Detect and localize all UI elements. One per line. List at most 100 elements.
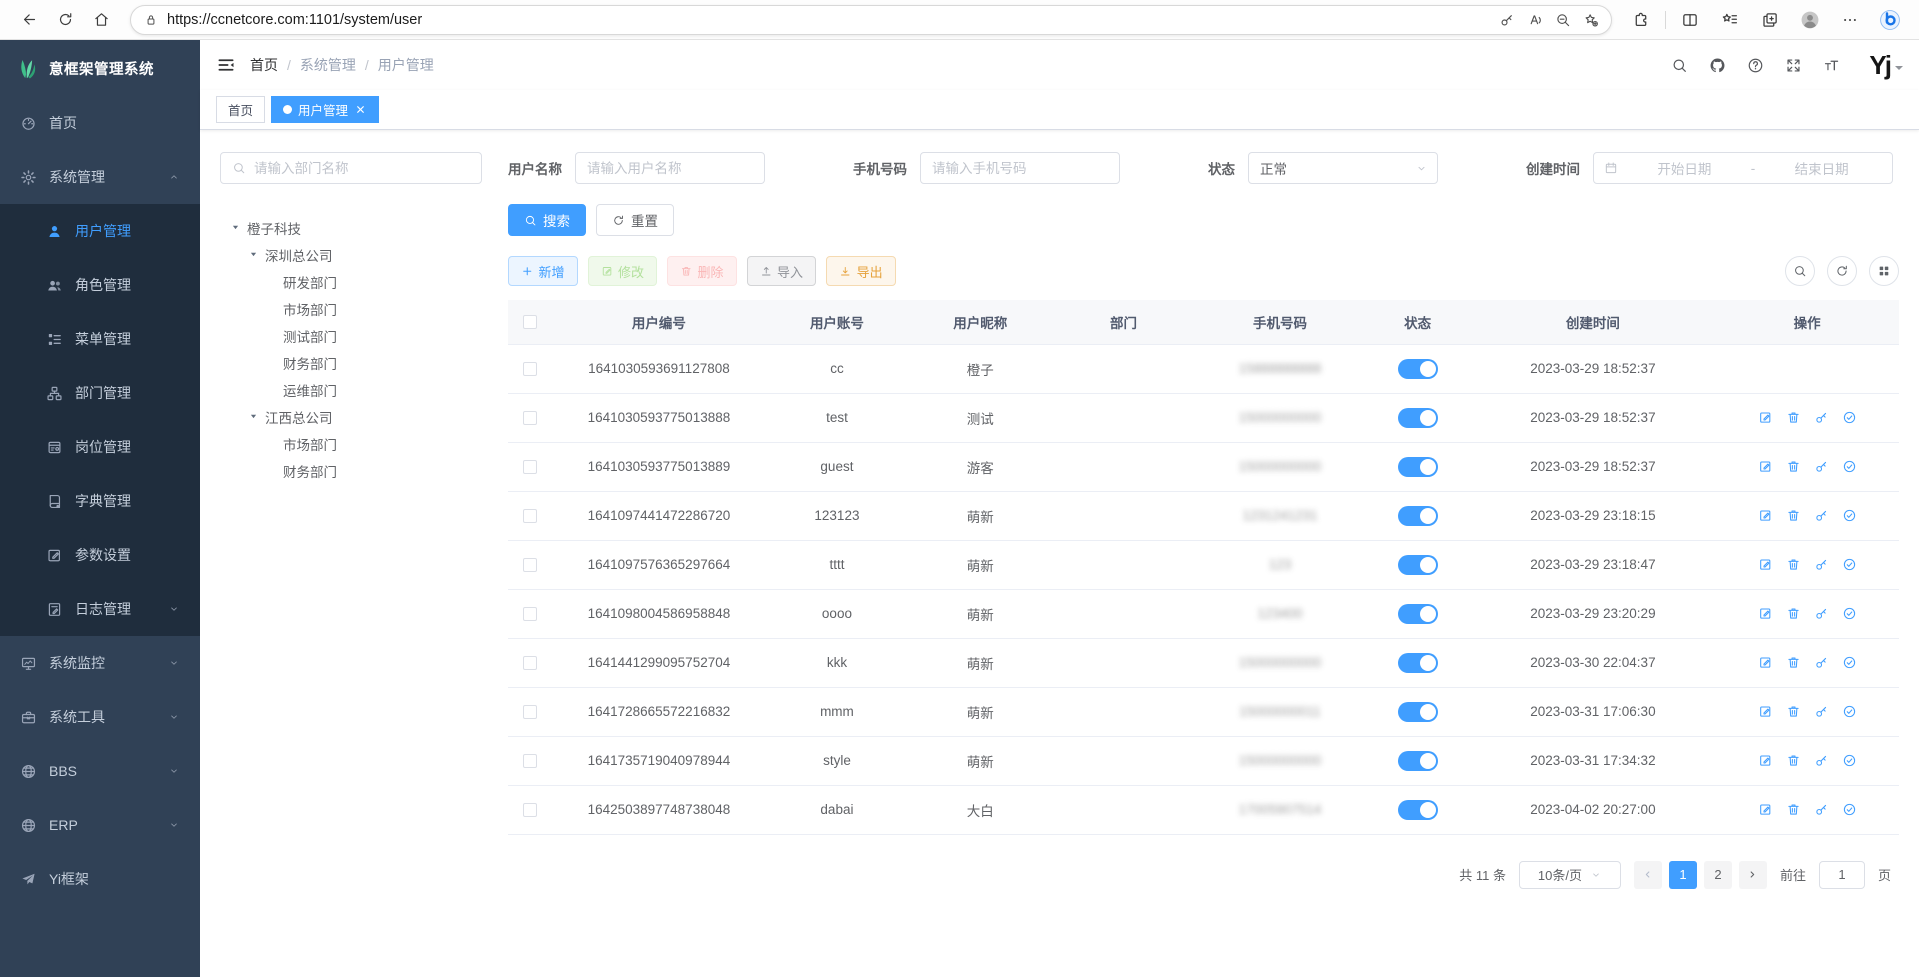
check-circle-icon[interactable] — [1842, 410, 1857, 425]
status-toggle[interactable] — [1398, 408, 1438, 428]
row-checkbox[interactable] — [523, 558, 537, 572]
hamburger-icon[interactable] — [216, 55, 236, 75]
app-logo[interactable]: 意框架管理系统 — [0, 40, 200, 96]
tab-1[interactable]: 用户管理 — [271, 96, 379, 123]
goto-page-input[interactable] — [1819, 861, 1865, 889]
sidebar-item-5[interactable]: 部门管理 — [0, 366, 200, 420]
key-icon[interactable] — [1814, 802, 1829, 817]
row-checkbox[interactable] — [523, 803, 537, 817]
read-aloud-button[interactable] — [1521, 6, 1549, 34]
sidebar-item-2[interactable]: 用户管理 — [0, 204, 200, 258]
username-input[interactable] — [575, 152, 765, 184]
split-screen-button[interactable] — [1673, 5, 1707, 35]
refresh-button[interactable] — [48, 5, 82, 35]
edit-icon[interactable] — [1758, 508, 1773, 523]
edit-icon[interactable] — [1758, 410, 1773, 425]
edit-icon[interactable] — [1758, 459, 1773, 474]
status-toggle[interactable] — [1398, 506, 1438, 526]
copilot-button[interactable] — [1873, 5, 1907, 35]
sidebar-item-14[interactable]: Yi框架 — [0, 852, 200, 906]
user-avatar[interactable]: Yj — [1869, 52, 1903, 78]
check-circle-icon[interactable] — [1842, 606, 1857, 621]
next-page-button[interactable] — [1739, 861, 1767, 889]
export-button[interactable]: 导出 — [826, 256, 896, 286]
tree-node[interactable]: 运维部门 — [220, 376, 482, 403]
sidebar-item-12[interactable]: BBS — [0, 744, 200, 798]
key-icon[interactable] — [1814, 704, 1829, 719]
check-circle-icon[interactable] — [1842, 655, 1857, 670]
tree-node[interactable]: 财务部门 — [220, 349, 482, 376]
search-circle-button[interactable] — [1785, 256, 1815, 286]
edit-icon[interactable] — [1758, 557, 1773, 572]
check-circle-icon[interactable] — [1842, 704, 1857, 719]
text-size-icon[interactable] — [1823, 57, 1840, 74]
key-button[interactable] — [1493, 6, 1521, 34]
breadcrumb-item[interactable]: 系统管理 — [300, 55, 356, 75]
edit-button[interactable]: 修改 — [588, 256, 658, 286]
page-button-1[interactable]: 1 — [1669, 861, 1697, 889]
status-toggle[interactable] — [1398, 653, 1438, 673]
row-checkbox[interactable] — [523, 460, 537, 474]
page-size-select[interactable]: 10条/页 — [1519, 861, 1621, 889]
favorite-add-button[interactable] — [1577, 6, 1605, 34]
tree-node[interactable]: 市场部门 — [220, 295, 482, 322]
row-checkbox[interactable] — [523, 754, 537, 768]
sidebar-item-11[interactable]: 系统工具 — [0, 690, 200, 744]
status-toggle[interactable] — [1398, 604, 1438, 624]
edit-icon[interactable] — [1758, 606, 1773, 621]
profile-button[interactable] — [1793, 5, 1827, 35]
sidebar-item-9[interactable]: 日志管理 — [0, 582, 200, 636]
breadcrumb-item[interactable]: 首页 — [250, 55, 278, 75]
close-icon[interactable] — [354, 103, 367, 116]
tree-node[interactable]: 研发部门 — [220, 268, 482, 295]
fullscreen-icon[interactable] — [1785, 57, 1802, 74]
department-search-input[interactable] — [254, 161, 470, 176]
check-circle-icon[interactable] — [1842, 557, 1857, 572]
key-icon[interactable] — [1814, 508, 1829, 523]
row-checkbox[interactable] — [523, 705, 537, 719]
more-button[interactable] — [1833, 5, 1867, 35]
row-checkbox[interactable] — [523, 656, 537, 670]
delete-icon[interactable] — [1786, 557, 1801, 572]
select-all-checkbox[interactable] — [523, 315, 537, 329]
key-icon[interactable] — [1814, 459, 1829, 474]
refresh-circle-button[interactable] — [1827, 256, 1857, 286]
add-button[interactable]: 新增 — [508, 256, 578, 286]
delete-icon[interactable] — [1786, 606, 1801, 621]
row-checkbox[interactable] — [523, 362, 537, 376]
search-button[interactable]: 搜索 — [508, 204, 586, 236]
edit-icon[interactable] — [1758, 802, 1773, 817]
tree-node[interactable]: 橙子科技 — [220, 214, 482, 241]
phone-input[interactable] — [920, 152, 1120, 184]
edit-icon[interactable] — [1758, 655, 1773, 670]
sidebar-item-1[interactable]: 系统管理 — [0, 150, 200, 204]
status-toggle[interactable] — [1398, 751, 1438, 771]
key-icon[interactable] — [1814, 557, 1829, 572]
edit-icon[interactable] — [1758, 704, 1773, 719]
check-circle-icon[interactable] — [1842, 753, 1857, 768]
github-icon[interactable] — [1709, 57, 1726, 74]
check-circle-icon[interactable] — [1842, 802, 1857, 817]
import-button[interactable]: 导入 — [747, 256, 817, 286]
delete-button[interactable]: 删除 — [667, 256, 737, 286]
tree-node[interactable]: 市场部门 — [220, 430, 482, 457]
tree-node[interactable]: 测试部门 — [220, 322, 482, 349]
date-range-picker[interactable]: 开始日期 - 结束日期 — [1593, 152, 1893, 184]
row-checkbox[interactable] — [523, 411, 537, 425]
status-toggle[interactable] — [1398, 800, 1438, 820]
sidebar-item-0[interactable]: 首页 — [0, 96, 200, 150]
favorites-bar-button[interactable] — [1713, 5, 1747, 35]
check-circle-icon[interactable] — [1842, 459, 1857, 474]
key-icon[interactable] — [1814, 606, 1829, 621]
url-text[interactable]: https://ccnetcore.com:1101/system/user — [167, 12, 1484, 28]
edit-icon[interactable] — [1758, 753, 1773, 768]
tab-0[interactable]: 首页 — [216, 96, 265, 123]
status-toggle[interactable] — [1398, 359, 1438, 379]
sidebar-item-3[interactable]: 角色管理 — [0, 258, 200, 312]
page-button-2[interactable]: 2 — [1704, 861, 1732, 889]
tree-node[interactable]: 深圳总公司 — [220, 241, 482, 268]
delete-icon[interactable] — [1786, 459, 1801, 474]
sidebar-item-6[interactable]: 岗位管理 — [0, 420, 200, 474]
delete-icon[interactable] — [1786, 508, 1801, 523]
delete-icon[interactable] — [1786, 802, 1801, 817]
